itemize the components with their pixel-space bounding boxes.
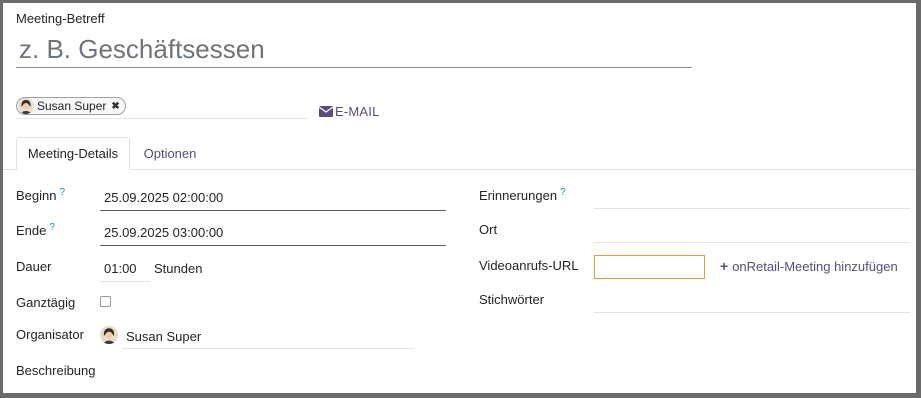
email-button-label: E-MAIL bbox=[335, 104, 380, 119]
reminders-field[interactable] bbox=[594, 184, 910, 209]
end-label-text: Ende bbox=[16, 223, 47, 238]
allday-label: Ganztägig bbox=[16, 295, 76, 310]
close-icon[interactable]: ✖ bbox=[111, 101, 119, 112]
meeting-subject-input[interactable] bbox=[16, 31, 692, 68]
tab-meeting-details[interactable]: Meeting-Details bbox=[16, 137, 130, 170]
duration-label: Dauer bbox=[16, 259, 52, 274]
video-url-label: Videoanrufs-URL bbox=[479, 258, 579, 273]
start-label: Beginn? bbox=[16, 187, 65, 203]
tags-label: Stichwörter bbox=[479, 292, 545, 307]
email-button[interactable]: E-MAIL bbox=[319, 104, 380, 119]
add-meeting-button[interactable]: + onRetail-Meeting hinzufügen bbox=[720, 258, 898, 274]
attendee-name: Susan Super bbox=[37, 99, 107, 113]
organizer-label: Organisator bbox=[16, 327, 84, 342]
attendees-field[interactable]: Susan Super ✖ bbox=[16, 97, 308, 119]
reminders-label-text: Erinnerungen bbox=[479, 188, 558, 203]
event-form: Meeting-Betreff Susan Super ✖ E-MAIL Mee… bbox=[3, 3, 916, 393]
allday-checkbox[interactable] bbox=[100, 296, 111, 307]
tab-options[interactable]: Optionen bbox=[132, 137, 208, 170]
reminders-label: Erinnerungen? bbox=[479, 187, 566, 203]
end-datetime-field[interactable]: 25.09.2025 03:00:00 bbox=[100, 219, 446, 246]
envelope-icon bbox=[319, 106, 333, 117]
help-icon[interactable]: ? bbox=[560, 187, 566, 198]
description-label: Beschreibung bbox=[16, 363, 96, 378]
help-icon[interactable]: ? bbox=[49, 222, 55, 233]
organizer-field[interactable]: Susan Super bbox=[122, 323, 415, 349]
avatar bbox=[100, 326, 118, 344]
duration-value: 01:00 bbox=[104, 261, 137, 276]
plus-icon: + bbox=[720, 258, 729, 274]
end-datetime-value: 25.09.2025 03:00:00 bbox=[104, 225, 224, 240]
attendee-tag: Susan Super ✖ bbox=[16, 97, 126, 115]
end-label: Ende? bbox=[16, 222, 55, 238]
start-datetime-value: 25.09.2025 02:00:00 bbox=[104, 190, 224, 205]
location-field[interactable] bbox=[594, 218, 910, 243]
tags-field[interactable] bbox=[594, 288, 910, 313]
start-datetime-field[interactable]: 25.09.2025 02:00:00 bbox=[100, 184, 446, 211]
duration-unit: Stunden bbox=[154, 261, 203, 276]
duration-field[interactable]: 01:00 bbox=[100, 255, 150, 282]
avatar bbox=[18, 98, 34, 114]
help-icon[interactable]: ? bbox=[59, 187, 65, 198]
video-url-input[interactable] bbox=[594, 255, 705, 279]
title-label: Meeting-Betreff bbox=[16, 11, 105, 26]
add-meeting-label: onRetail-Meeting hinzufügen bbox=[732, 258, 898, 274]
location-label: Ort bbox=[479, 222, 498, 237]
organizer-value: Susan Super bbox=[126, 329, 202, 344]
start-label-text: Beginn bbox=[16, 188, 57, 203]
